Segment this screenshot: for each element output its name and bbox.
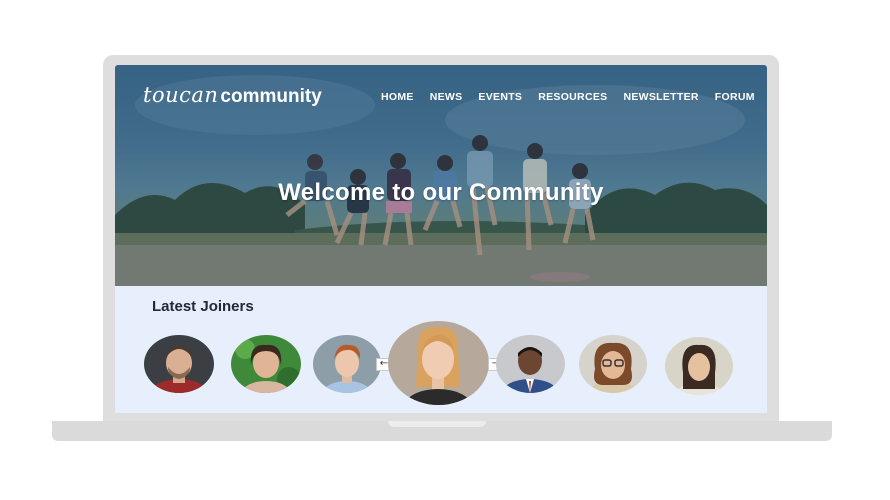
nav-newsletter[interactable]: NEWSLETTER [623, 91, 698, 103]
brand-bold-text: community [220, 86, 322, 107]
hero-banner: toucan community HOME NEWS EVENTS RESOURC… [115, 65, 767, 286]
nav-home[interactable]: HOME [381, 91, 414, 103]
member-avatar[interactable] [665, 337, 733, 395]
member-avatar[interactable] [313, 335, 381, 393]
nav-events[interactable]: EVENTS [478, 91, 522, 103]
member-avatar[interactable] [231, 335, 301, 393]
brand-logo[interactable]: toucan community [143, 83, 322, 108]
featured-member-avatar[interactable] [388, 321, 489, 405]
laptop-notch [388, 421, 486, 427]
hero-title: Welcome to our Community [278, 179, 604, 206]
website-screen: toucan community HOME NEWS EVENTS RESOURC… [115, 65, 767, 413]
nav-news[interactable]: NEWS [430, 91, 463, 103]
brand-script-text: toucan [143, 83, 219, 107]
latest-joiners-heading: Latest Joiners [152, 298, 254, 315]
member-avatar[interactable] [496, 335, 565, 393]
main-navigation: HOME NEWS EVENTS RESOURCES NEWSLETTER FO… [381, 91, 755, 103]
nav-forum[interactable]: FORUM [715, 91, 755, 103]
member-avatar[interactable] [144, 335, 214, 393]
member-avatar[interactable] [579, 335, 647, 393]
nav-resources[interactable]: RESOURCES [538, 91, 607, 103]
